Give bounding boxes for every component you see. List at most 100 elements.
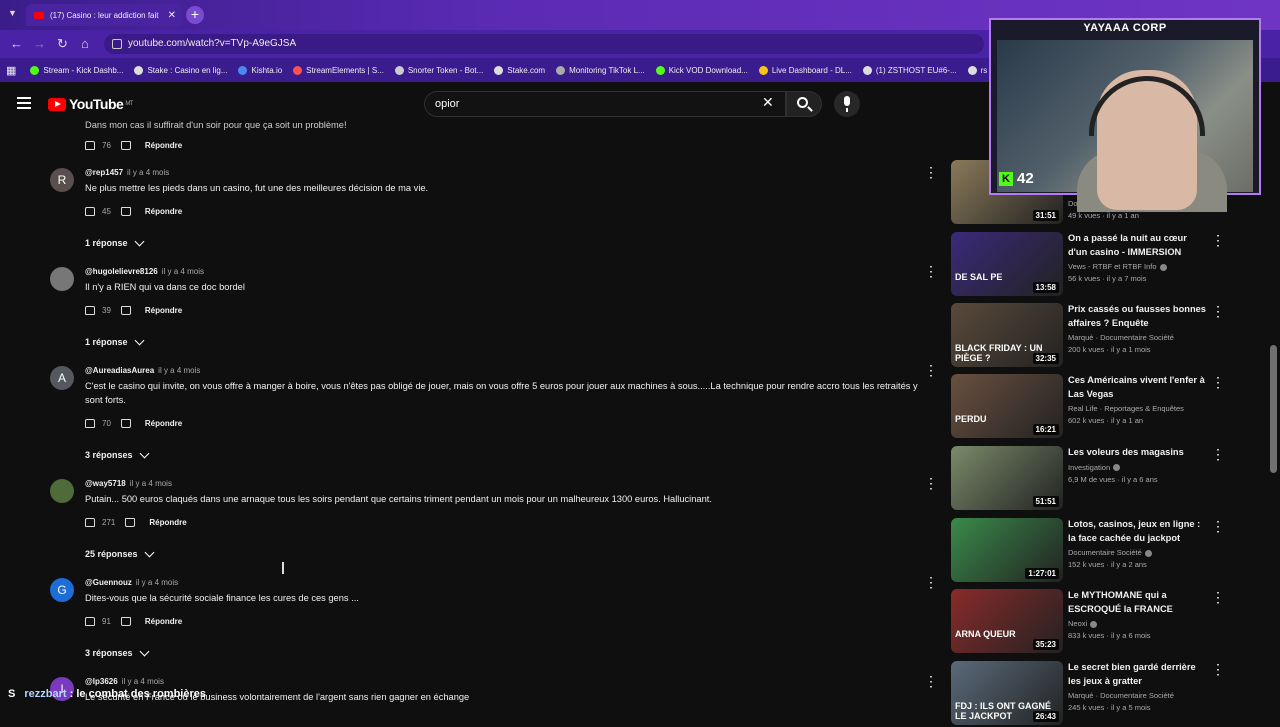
video-card[interactable]: 1:27:01 Lotos, casinos, jeux en ligne : l… [951, 518, 1271, 584]
video-thumbnail[interactable]: DE SAL PE 13:58 [951, 232, 1063, 296]
bookmark-item[interactable]: StreamElements | S... [293, 65, 384, 75]
bookmark-item[interactable]: Kick VOD Download... [655, 65, 748, 75]
bookmark-item[interactable]: (1) ZSTHOST EU#6-... [862, 65, 957, 75]
video-channel[interactable]: Marqué · Documentaire Société [1068, 333, 1208, 342]
video-menu-icon[interactable] [1211, 232, 1225, 250]
dislike-icon[interactable] [120, 306, 131, 315]
comment-time[interactable]: il y a 4 mois [130, 479, 172, 488]
comment-time[interactable]: il y a 4 mois [136, 578, 178, 587]
video-menu-icon[interactable] [1211, 518, 1225, 536]
reply-button[interactable]: Répondre [149, 518, 186, 527]
like-icon[interactable] [85, 617, 95, 626]
video-channel[interactable]: Real Life · Reportages & Enquêtes [1068, 404, 1208, 413]
comment-menu-icon[interactable] [924, 475, 938, 492]
avatar[interactable]: G [50, 578, 74, 602]
video-title[interactable]: Le MYTHOMANE qui a ESCROQUÉ la FRANCE (M… [1068, 589, 1208, 616]
hamburger-menu-icon[interactable] [17, 97, 31, 109]
search-input[interactable]: opior [424, 91, 786, 117]
voice-search-button[interactable] [834, 91, 860, 117]
like-icon[interactable] [85, 306, 95, 315]
comment-author[interactable]: @AureadiasAurea [85, 366, 154, 375]
video-thumbnail[interactable]: PERDU 16:21 [951, 374, 1063, 438]
bookmark-item[interactable]: rs [967, 65, 987, 75]
replies-toggle[interactable]: 25 réponses [85, 547, 154, 559]
bookmark-item[interactable]: Kishta.io [238, 65, 282, 75]
comment-author[interactable]: @rep1457 [85, 168, 123, 177]
replies-toggle[interactable]: 3 réponses [85, 646, 149, 658]
scrollbar[interactable] [1270, 345, 1277, 473]
video-thumbnail[interactable]: ARNA QUEUR 35:23 [951, 589, 1063, 653]
video-title[interactable]: Prix cassés ou fausses bonnes affaires ?… [1068, 303, 1208, 330]
tab-youtube[interactable]: (17) Casino : leur addiction fait ✕ [26, 4, 182, 26]
video-menu-icon[interactable] [1211, 589, 1225, 607]
avatar[interactable] [50, 479, 74, 503]
forward-icon[interactable]: → [33, 36, 46, 51]
comment-time[interactable]: il y a 4 mois [158, 366, 200, 375]
comment-time[interactable]: il y a 4 mois [127, 168, 169, 177]
comment-menu-icon[interactable] [924, 362, 938, 379]
comment-time[interactable]: il y a 4 mois [162, 267, 204, 276]
comment-menu-icon[interactable] [924, 164, 938, 181]
tab-list-chevron-icon[interactable]: ▼ [8, 8, 17, 18]
video-title[interactable]: Ces Américains vivent l'enfer à Las Vega… [1068, 374, 1208, 401]
reply-button[interactable]: Répondre [145, 141, 182, 150]
avatar[interactable] [50, 267, 74, 291]
video-title[interactable]: Les voleurs des magasins [1068, 446, 1208, 460]
bookmark-item[interactable]: Stake : Casino en lig... [134, 65, 227, 75]
video-channel[interactable]: Investigation [1068, 463, 1208, 472]
comment-time[interactable]: il y a 4 mois [122, 677, 164, 686]
new-tab-button[interactable]: + [186, 6, 204, 24]
avatar[interactable]: A [50, 366, 74, 390]
replies-toggle[interactable]: 1 réponse [85, 236, 144, 248]
video-channel[interactable]: Neoxi [1068, 619, 1208, 628]
bookmark-item[interactable]: Snorter Token - Bot... [394, 65, 483, 75]
dislike-icon[interactable] [120, 419, 131, 428]
video-channel[interactable]: Documentaire Société [1068, 548, 1208, 557]
video-card[interactable]: ARNA QUEUR 35:23 Le MYTHOMANE qui a ESCROQ… [951, 589, 1271, 655]
video-menu-icon[interactable] [1211, 446, 1225, 464]
replies-toggle[interactable]: 3 réponses [85, 448, 149, 460]
dislike-icon[interactable] [120, 141, 131, 150]
video-channel[interactable]: Marqué · Documentaire Société [1068, 691, 1208, 700]
reload-icon[interactable]: ↻ [57, 36, 68, 52]
reply-button[interactable]: Répondre [145, 207, 182, 216]
clear-search-icon[interactable]: ✕ [762, 94, 774, 111]
video-title[interactable]: Le secret bien gardé derrière les jeux à… [1068, 661, 1208, 688]
apps-icon[interactable]: ▦ [6, 64, 16, 77]
bookmark-item[interactable]: Monitoring TikTok L... [556, 65, 645, 75]
comment-menu-icon[interactable] [924, 673, 938, 690]
video-menu-icon[interactable] [1211, 303, 1225, 321]
dislike-icon[interactable] [120, 207, 131, 216]
replies-toggle[interactable]: 1 réponse [85, 335, 144, 347]
video-card[interactable]: BLACK FRIDAY : UN PIÈGE ? 32:35 Prix cassé… [951, 303, 1271, 369]
video-card[interactable]: FDJ : ILS ONT GAGNÉ LE JACKPOT 26:43 Le se… [951, 661, 1271, 727]
search-button[interactable] [786, 91, 822, 117]
avatar[interactable]: R [50, 168, 74, 192]
video-channel[interactable]: Vews - RTBF et RTBF Info [1068, 262, 1208, 271]
video-card[interactable]: DE SAL PE 13:58 On a passé la nuit au cœur… [951, 232, 1271, 298]
dislike-icon[interactable] [125, 518, 136, 527]
video-title[interactable]: Lotos, casinos, jeux en ligne : la face … [1068, 518, 1208, 545]
like-icon[interactable] [85, 141, 95, 150]
back-icon[interactable]: ← [10, 36, 23, 51]
reply-button[interactable]: Répondre [145, 419, 182, 428]
bookmark-item[interactable]: Stream - Kick Dashb... [30, 65, 123, 75]
comment-menu-icon[interactable] [924, 574, 938, 591]
video-title[interactable]: On a passé la nuit au cœur d'un casino -… [1068, 232, 1208, 259]
video-thumbnail[interactable]: BLACK FRIDAY : UN PIÈGE ? 32:35 [951, 303, 1063, 367]
comment-menu-icon[interactable] [924, 263, 938, 280]
video-thumbnail[interactable]: 1:27:01 [951, 518, 1063, 582]
video-thumbnail[interactable]: FDJ : ILS ONT GAGNÉ LE JACKPOT 26:43 [951, 661, 1063, 725]
bookmark-item[interactable]: Stake.com [494, 65, 545, 75]
bookmark-item[interactable]: Live Dashboard - DL... [758, 65, 852, 75]
youtube-logo[interactable]: YouTube MT [48, 96, 133, 112]
comment-author[interactable]: @Guennouz [85, 578, 132, 587]
video-thumbnail[interactable]: 51:51 [951, 446, 1063, 510]
tab-close-icon[interactable]: ✕ [168, 10, 176, 21]
home-icon[interactable]: ⌂ [81, 36, 89, 51]
video-menu-icon[interactable] [1211, 661, 1225, 679]
comment-author[interactable]: @way5718 [85, 479, 126, 488]
video-card[interactable]: PERDU 16:21 Ces Américains vivent l'enfer … [951, 374, 1271, 440]
url-field[interactable]: youtube.com/watch?v=TVp-A9eGJSA [104, 34, 984, 54]
like-icon[interactable] [85, 518, 95, 527]
